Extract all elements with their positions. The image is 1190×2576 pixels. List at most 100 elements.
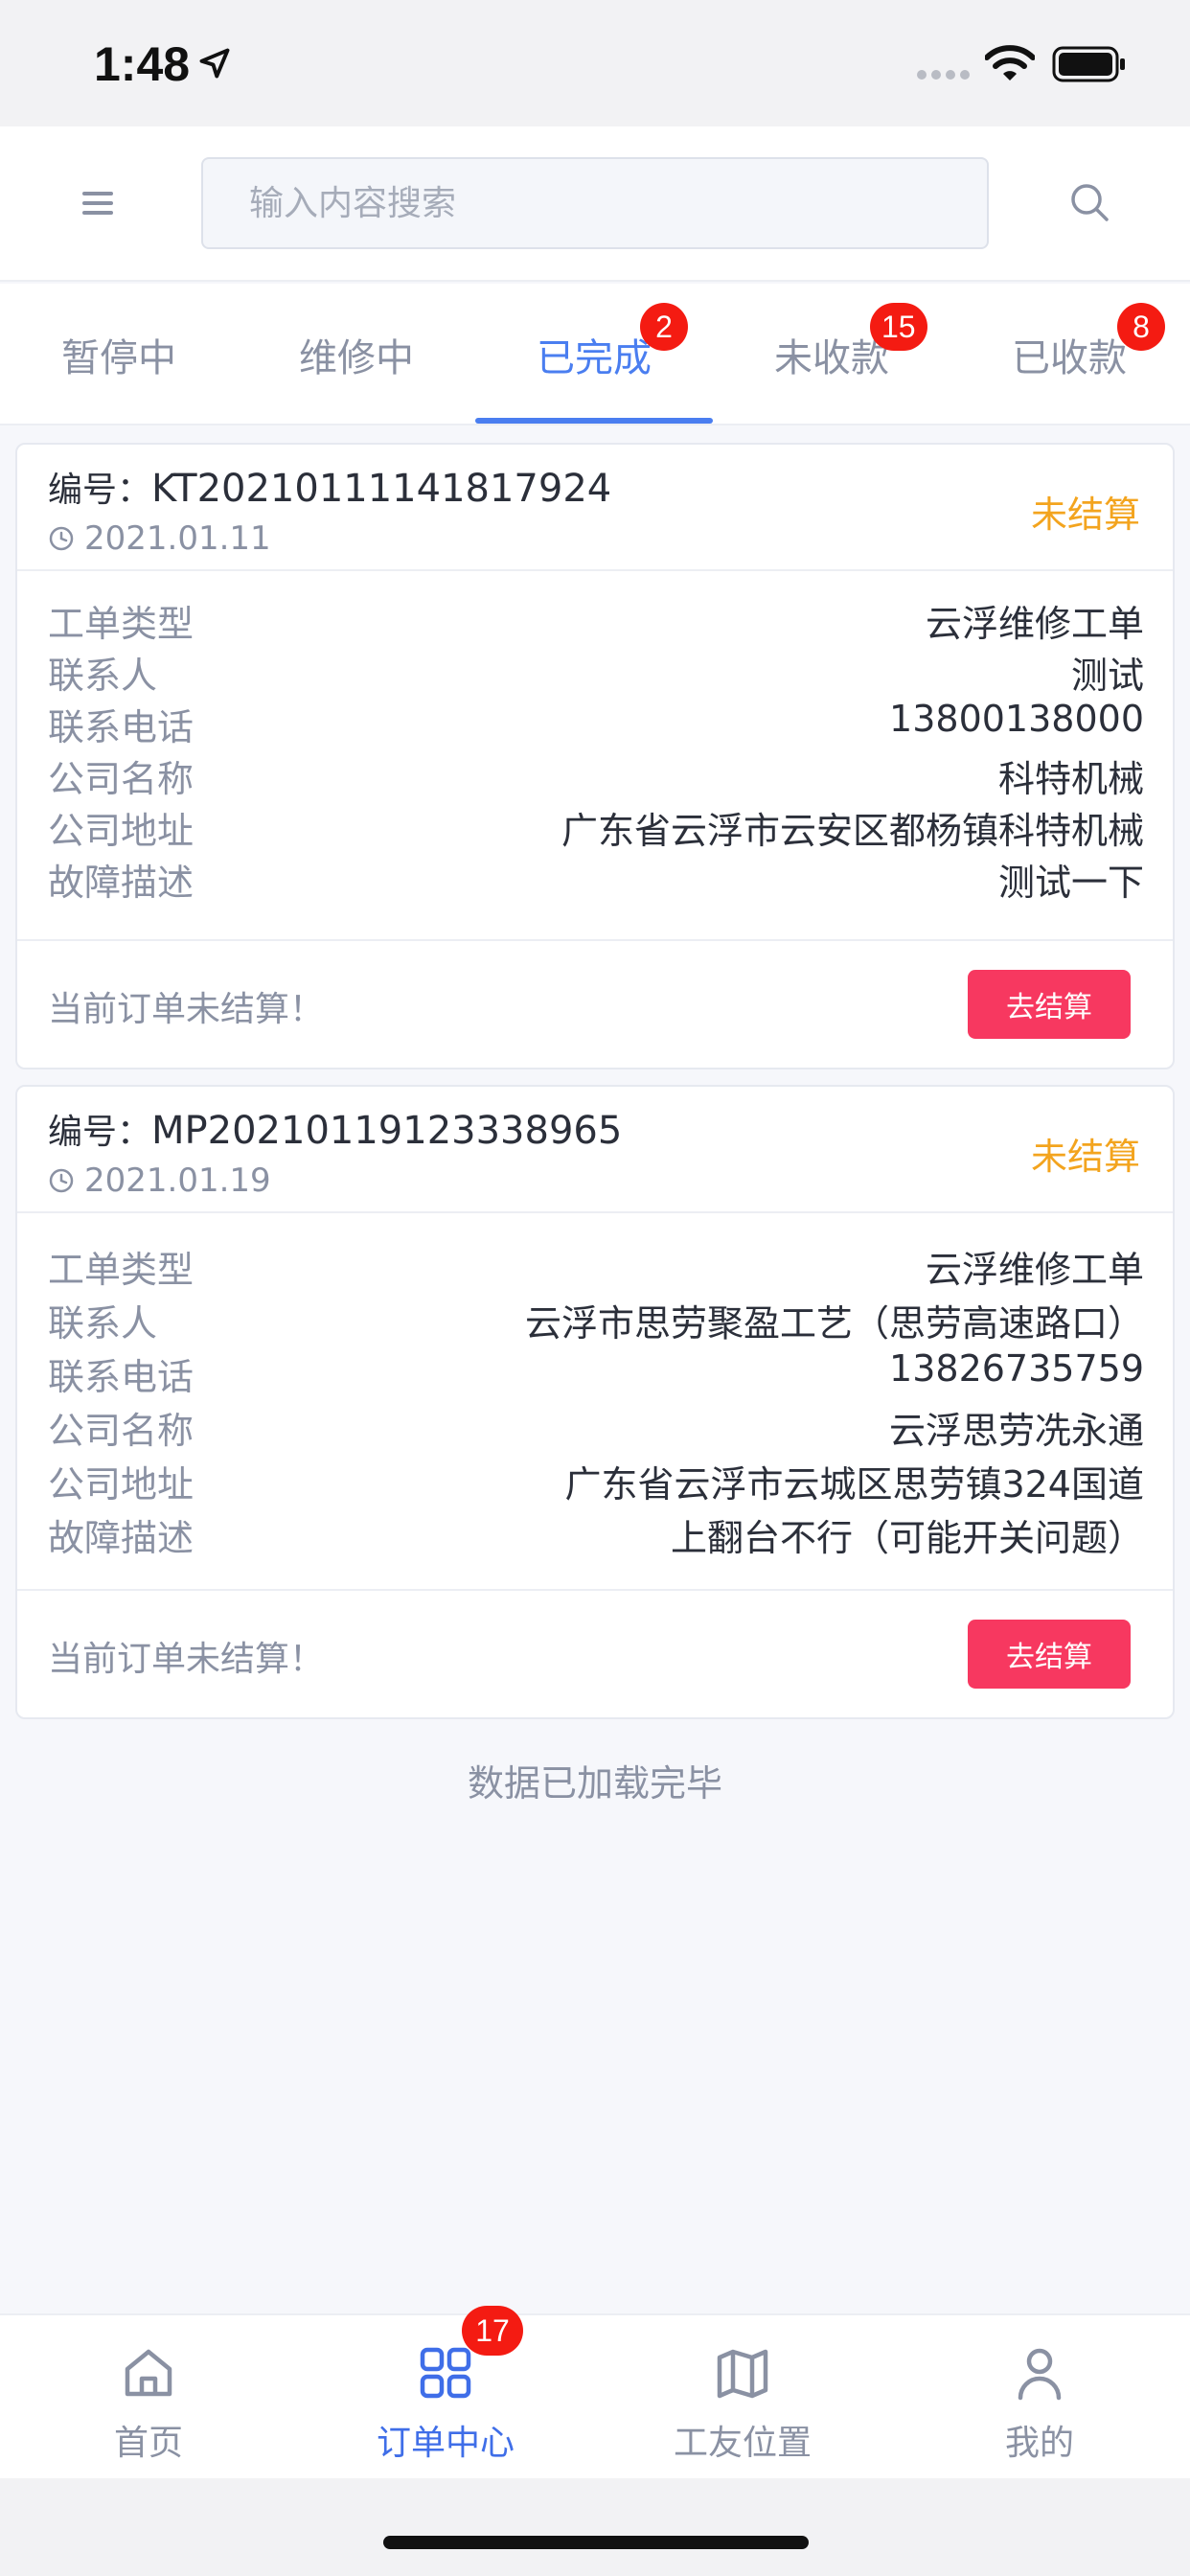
order-number: 编号：KT20210111141817924 — [48, 462, 611, 512]
detail-value: 13800138000 — [889, 698, 1144, 740]
order-card[interactable]: 编号：KT20210111141817924 2021.01.11 未结算 工单… — [15, 443, 1175, 1070]
detail-key: 公司名称 — [48, 758, 195, 800]
detail-value: 云浮维修工单 — [925, 1249, 1144, 1291]
signal-icon — [917, 70, 970, 80]
home-indicator-area — [0, 2478, 1190, 2576]
settle-button[interactable]: 去结算 — [968, 970, 1131, 1039]
detail-key: 公司地址 — [48, 1463, 195, 1506]
detail-value: 云浮维修工单 — [925, 603, 1144, 645]
nav-orders-badge: 17 — [462, 2306, 523, 2356]
detail-key: 公司名称 — [48, 1410, 195, 1452]
order-footer-text: 当前订单未结算！ — [48, 1640, 325, 1679]
header — [0, 126, 1190, 282]
grid-icon — [420, 2347, 471, 2399]
detail-value: 测试 — [1070, 655, 1144, 697]
detail-row-address: 公司地址 广东省云浮市云安区都杨镇科特机械 — [48, 801, 1144, 853]
bottom-nav: 首页 17 订单中心 工友位置 我的 — [0, 2306, 1190, 2480]
detail-key: 故障描述 — [48, 1517, 195, 1559]
map-icon — [717, 2349, 768, 2399]
detail-row-contact: 联系人 云浮市思劳聚盈工艺（思劳高速路口） — [48, 1294, 1144, 1346]
detail-value: 广东省云浮市云安区都杨镇科特机械 — [561, 810, 1144, 852]
tab-label: 暂停中 — [61, 336, 176, 380]
detail-value: 云浮市思劳聚盈工艺（思劳高速路口） — [524, 1302, 1144, 1345]
detail-key: 联系人 — [48, 1302, 158, 1345]
nav-home[interactable]: 首页 — [0, 2315, 297, 2480]
detail-value: 13826735759 — [889, 1347, 1144, 1390]
detail-row-type: 工单类型 云浮维修工单 — [48, 594, 1144, 646]
wifi-icon — [985, 45, 1035, 80]
order-number-value: MP20210119123338965 — [151, 1109, 623, 1153]
detail-value: 云浮思劳冼永通 — [888, 1410, 1144, 1452]
status-bar: 1:48 — [0, 0, 1190, 126]
detail-row-company: 公司名称 云浮思劳冼永通 — [48, 1401, 1144, 1453]
nav-orders[interactable]: 17 订单中心 — [297, 2306, 594, 2480]
tab-completed-badge: 2 — [640, 303, 688, 351]
order-card[interactable]: 编号：MP20210119123338965 2021.01.19 未结算 工单… — [15, 1085, 1175, 1719]
detail-value: 科特机械 — [997, 758, 1144, 800]
tab-paid-badge: 8 — [1117, 303, 1165, 351]
order-card-header: 编号：MP20210119123338965 2021.01.19 未结算 — [17, 1087, 1173, 1213]
detail-key: 工单类型 — [48, 603, 195, 645]
status-time: 1:48 — [94, 37, 191, 91]
home-indicator[interactable] — [383, 2536, 809, 2549]
detail-row-address: 公司地址 广东省云浮市云城区思劳镇324国道 — [48, 1455, 1144, 1506]
tab-label: 已完成 — [537, 336, 652, 380]
detail-value: 测试一下 — [997, 862, 1144, 904]
order-card-footer: 当前订单未结算！ 去结算 — [17, 1589, 1173, 1719]
detail-row-phone: 联系电话 13800138000 — [48, 698, 1144, 749]
order-date-value: 2021.01.19 — [84, 1162, 271, 1200]
nav-label: 首页 — [113, 2424, 183, 2463]
order-date: 2021.01.11 — [48, 519, 271, 558]
search-box[interactable] — [201, 157, 989, 249]
detail-row-contact: 联系人 测试 — [48, 646, 1144, 698]
nav-label: 订单中心 — [376, 2424, 515, 2463]
tab-active-indicator — [475, 418, 713, 424]
tab-label: 已收款 — [1012, 336, 1127, 380]
detail-value: 广东省云浮市云城区思劳镇324国道 — [564, 1463, 1144, 1506]
detail-key: 故障描述 — [48, 862, 195, 904]
menu-icon[interactable] — [71, 176, 125, 230]
search-input[interactable] — [249, 159, 958, 247]
order-date-value: 2021.01.11 — [84, 519, 271, 558]
battery-icon — [1052, 46, 1125, 82]
home-icon — [125, 2349, 172, 2397]
detail-row-phone: 联系电话 13826735759 — [48, 1347, 1144, 1399]
order-number-label: 编号： — [48, 1113, 152, 1152]
order-number-label: 编号： — [48, 471, 152, 510]
settle-button[interactable]: 去结算 — [968, 1620, 1131, 1689]
detail-key: 联系人 — [48, 655, 158, 697]
nav-label: 我的 — [1004, 2424, 1074, 2463]
tab-label: 维修中 — [299, 336, 414, 380]
detail-row-fault: 故障描述 上翻台不行（可能开关问题） — [48, 1508, 1144, 1560]
order-footer-text: 当前订单未结算！ — [48, 990, 325, 1029]
detail-row-fault: 故障描述 测试一下 — [48, 853, 1144, 905]
nav-label: 工友位置 — [673, 2424, 812, 2463]
tab-bar: 暂停中 维修中 已完成 未收款 已收款 2 15 8 — [0, 284, 1190, 426]
location-arrow-icon — [199, 48, 230, 79]
order-status: 未结算 — [1030, 494, 1140, 536]
order-number-value: KT20210111141817924 — [151, 467, 612, 511]
tab-unpaid-badge: 15 — [870, 303, 927, 351]
nav-worker-location[interactable]: 工友位置 — [594, 2315, 891, 2480]
clock-icon — [49, 1168, 74, 1193]
order-card-header: 编号：KT20210111141817924 2021.01.11 未结算 — [17, 445, 1173, 571]
detail-key: 联系电话 — [48, 706, 195, 748]
person-icon — [1018, 2348, 1062, 2401]
list-end-text: 数据已加载完毕 — [467, 1762, 722, 1805]
detail-row-type: 工单类型 云浮维修工单 — [48, 1240, 1144, 1292]
nav-profile[interactable]: 我的 — [891, 2315, 1188, 2480]
detail-row-company: 公司名称 科特机械 — [48, 749, 1144, 801]
detail-key: 公司地址 — [48, 810, 195, 852]
order-date: 2021.01.19 — [48, 1162, 271, 1200]
search-icon[interactable] — [1069, 182, 1110, 222]
order-card-footer: 当前订单未结算！ 去结算 — [17, 939, 1173, 1070]
clock-icon — [49, 526, 74, 551]
detail-key: 联系电话 — [48, 1356, 195, 1398]
tab-paused[interactable]: 暂停中 — [0, 284, 238, 426]
tab-repairing[interactable]: 维修中 — [238, 284, 475, 426]
tab-completed[interactable]: 已完成 — [475, 284, 713, 426]
order-status: 未结算 — [1030, 1136, 1140, 1178]
detail-key: 工单类型 — [48, 1249, 195, 1291]
order-number: 编号：MP20210119123338965 — [48, 1104, 622, 1154]
detail-value: 上翻台不行（可能开关问题） — [670, 1517, 1144, 1559]
